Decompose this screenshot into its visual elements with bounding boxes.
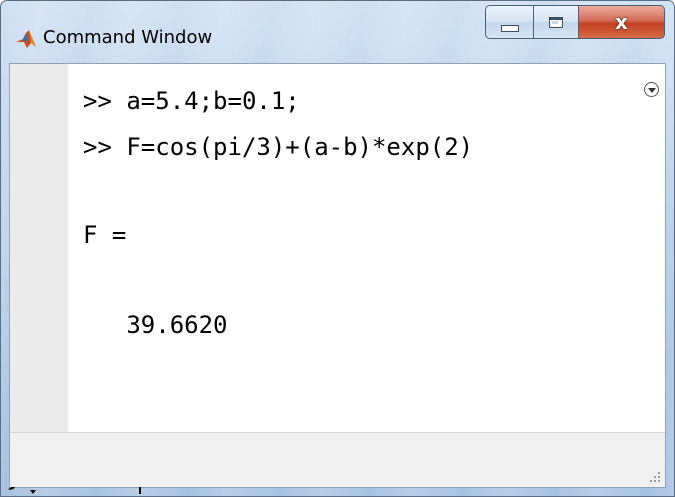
- console-line: F =: [83, 221, 127, 249]
- maximize-button[interactable]: [533, 5, 579, 39]
- minimize-button[interactable]: [485, 5, 533, 39]
- console-line: 39.6620: [83, 311, 228, 339]
- minimize-icon: [500, 24, 519, 32]
- chevron-down-icon: [30, 490, 36, 494]
- resize-grip-icon[interactable]: [647, 469, 661, 483]
- console-line: >> a=5.4;b=0.1;: [83, 87, 300, 115]
- status-bar: [10, 432, 665, 487]
- close-button[interactable]: x: [579, 5, 665, 39]
- command-window: Command Window x >> a=5.4;b=0.1; >> F=co…: [0, 0, 675, 497]
- window-title: Command Window: [43, 27, 213, 48]
- console-output[interactable]: >> a=5.4;b=0.1; >> F=cos(pi/3)+(a-b)*exp…: [68, 64, 665, 433]
- close-icon: x: [615, 10, 628, 34]
- left-gutter: [10, 64, 68, 433]
- client-area: >> a=5.4;b=0.1; >> F=cos(pi/3)+(a-b)*exp…: [9, 63, 666, 494]
- console-line: >> F=cos(pi/3)+(a-b)*exp(2): [83, 133, 474, 161]
- actions-menu-icon[interactable]: [644, 82, 659, 97]
- title-bar[interactable]: Command Window x: [1, 1, 674, 63]
- caption-buttons: x: [485, 5, 665, 41]
- maximize-icon: [549, 16, 563, 28]
- matlab-logo-icon: [16, 30, 36, 48]
